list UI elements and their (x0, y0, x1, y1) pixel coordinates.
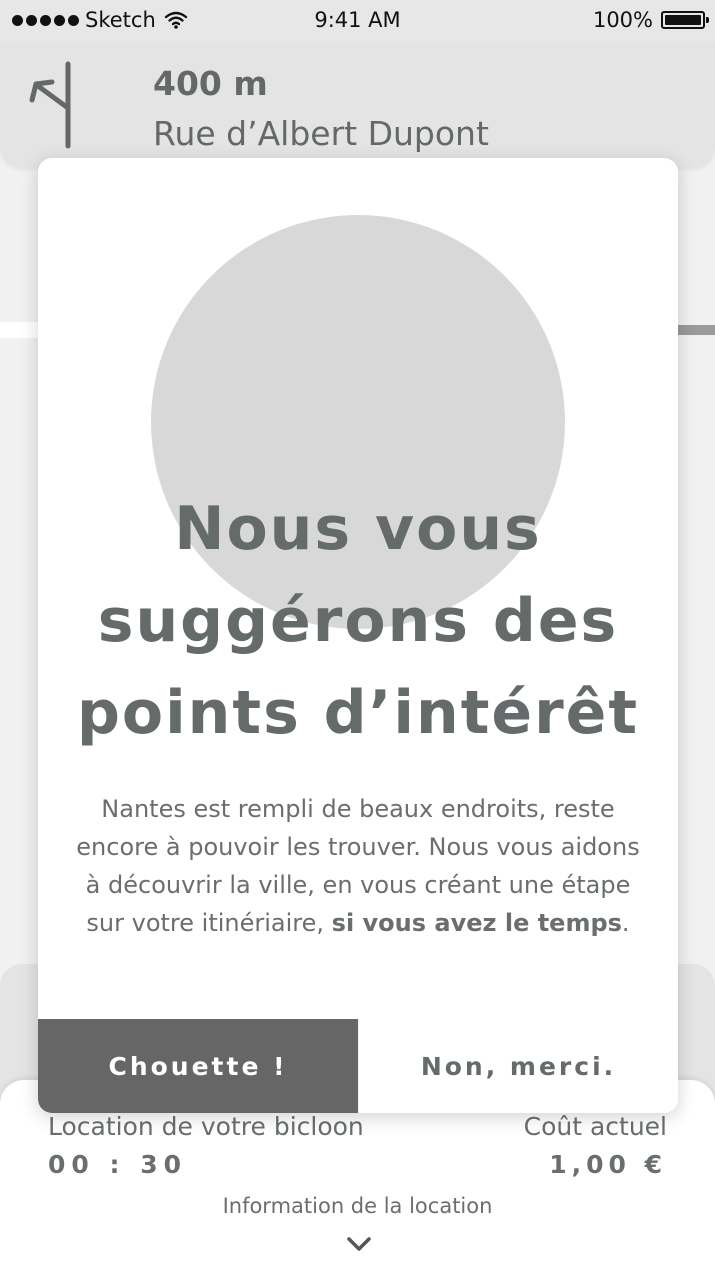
chevron-down-icon[interactable] (346, 1236, 372, 1252)
modal-body: Nantes est rempli de beaux endroits, res… (66, 790, 650, 942)
map-road (0, 322, 40, 338)
street-name: Rue d’Albert Dupont (153, 114, 489, 153)
cost-value: 1,00 € (549, 1150, 667, 1179)
turn-left-icon (29, 61, 71, 149)
status-bar: Sketch 9:41 AM 100% (0, 0, 715, 42)
decline-button[interactable]: Non, merci. (358, 1019, 678, 1113)
modal-title: Nous vous suggérons des points d’intérêt (76, 494, 640, 748)
navigation-card: 400 m Rue d’Albert Dupont (0, 42, 715, 168)
turn-distance: 400 m (153, 64, 268, 103)
accept-button[interactable]: Chouette ! (38, 1019, 358, 1113)
modal-body-bold: si vous avez le temps (331, 909, 622, 937)
battery-icon (661, 11, 709, 29)
rental-info-link[interactable]: Information de la location (0, 1194, 715, 1218)
rental-label: Location de votre bicloon (48, 1112, 364, 1141)
modal-body-end: . (621, 909, 630, 937)
battery-percentage: 100% (592, 8, 653, 32)
points-of-interest-modal: Nous vous suggérons des points d’intérêt… (38, 158, 678, 1113)
cost-label: Coût actuel (523, 1112, 667, 1141)
status-right: 100% (592, 8, 709, 32)
rental-duration: 00 : 30 (48, 1150, 187, 1179)
map-road (675, 325, 715, 335)
modal-actions: Chouette ! Non, merci. (38, 1019, 678, 1113)
